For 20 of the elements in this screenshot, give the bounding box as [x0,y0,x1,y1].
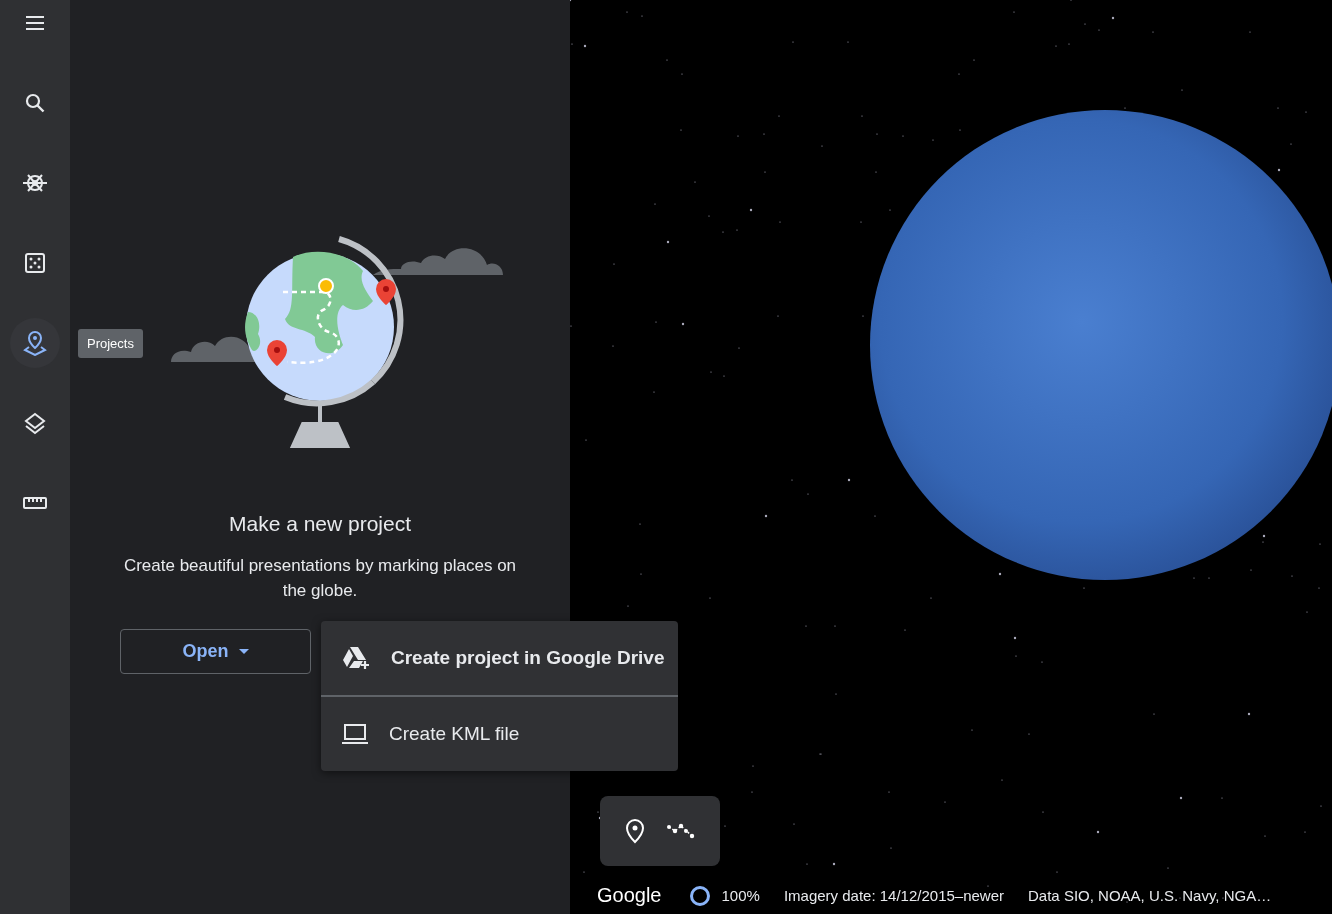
google-logo: Google [597,884,662,907]
dice-icon [23,251,47,275]
drive-add-icon [341,645,371,671]
map-pin-icon [22,330,48,356]
path-icon[interactable] [666,823,696,839]
panel-title: Make a new project [228,512,412,536]
loading-ring-icon [689,885,710,906]
map-pin-icon[interactable] [624,818,646,844]
search-icon [23,91,47,115]
laptop-icon [341,723,369,745]
menu-item[interactable]: Create project in Google Drive [321,621,678,695]
tooltip: Projects [78,329,143,358]
zoom-level: 100% [721,887,760,904]
caret-icon [238,649,249,654]
layers-icon [23,411,47,435]
menu-item[interactable]: Create KML file [321,695,678,771]
panel-description: Create beautiful presentations by marking places on the globe. [122,555,518,602]
imagery-date: Imagery date: 14/12/2015–newer [783,887,1005,904]
open-button[interactable]: Open [120,629,311,674]
data-attribution[interactable]: Data SIO, NOAA, U.S. Navy, NGA… [1028,887,1272,904]
